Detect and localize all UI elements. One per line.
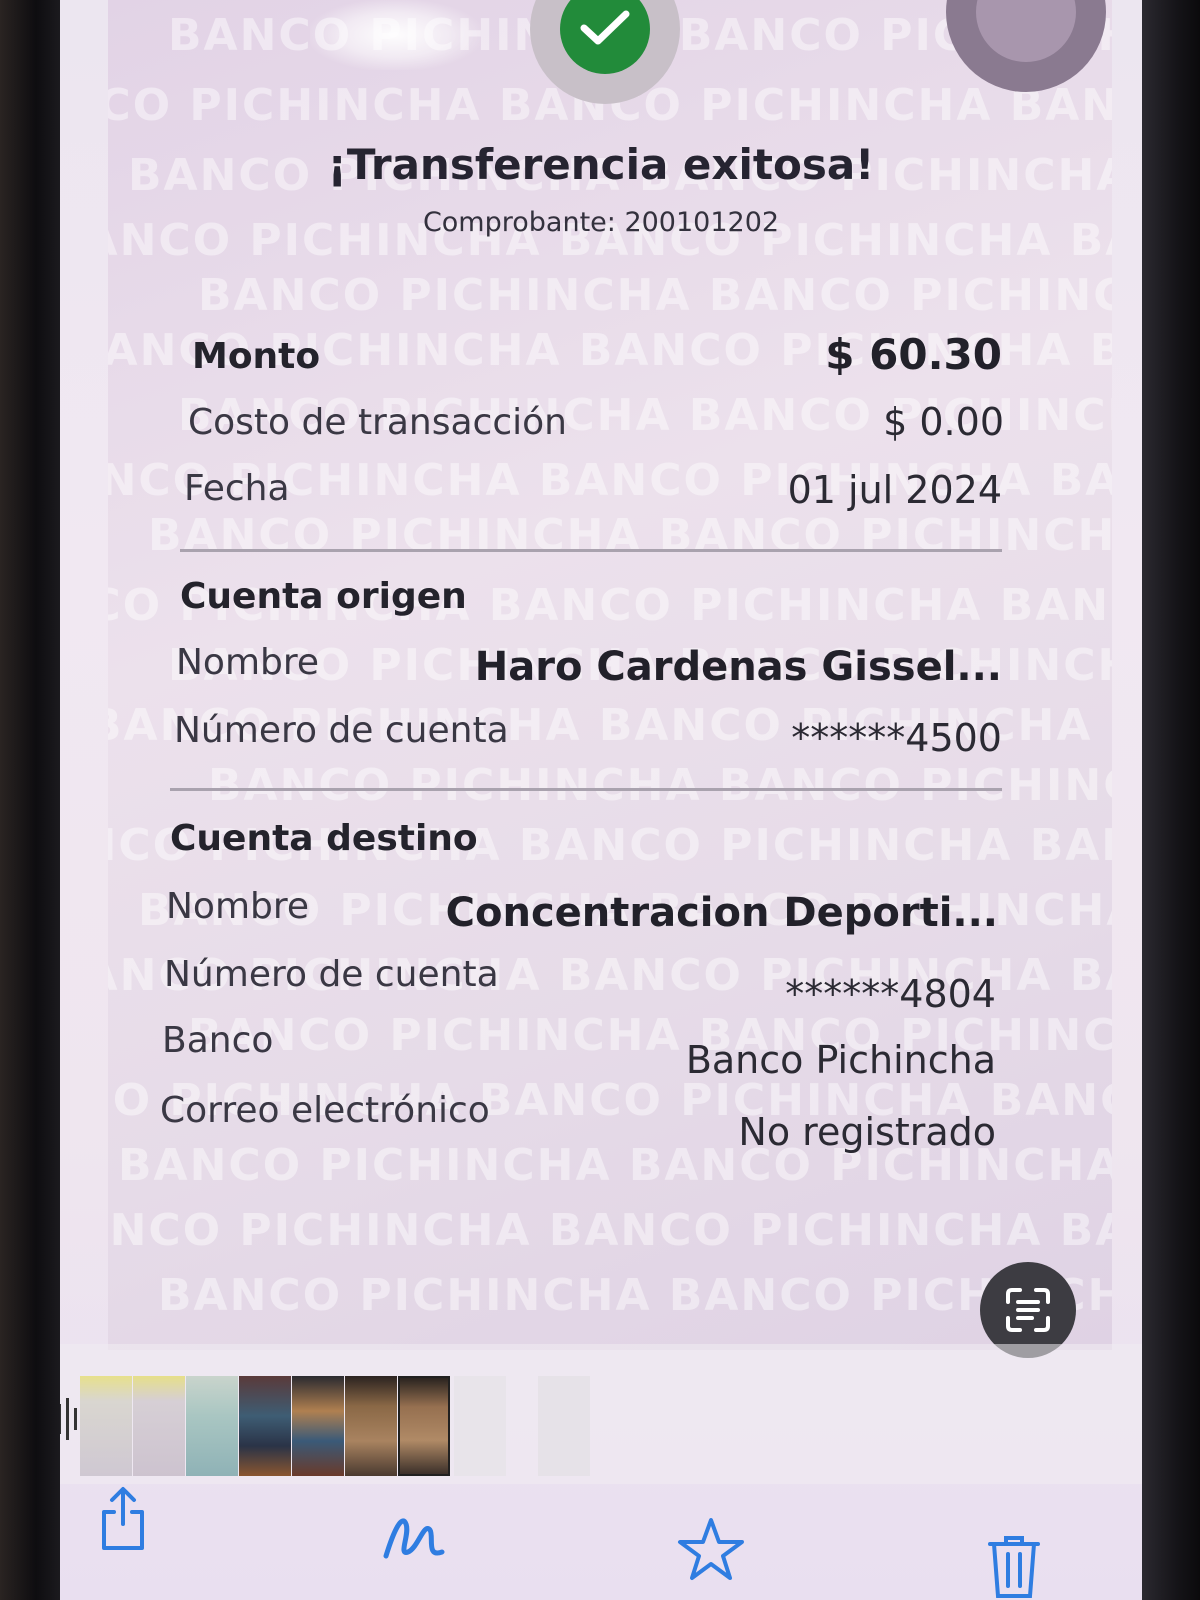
bank-label: Banco bbox=[162, 1020, 274, 1061]
photo-thumbnail[interactable] bbox=[292, 1376, 344, 1476]
page-title: ¡Transferencia exitosa! bbox=[327, 140, 875, 189]
trash-icon[interactable] bbox=[984, 1530, 1044, 1600]
photo-thumbnail[interactable] bbox=[345, 1376, 397, 1476]
destination-account-value: ******4804 bbox=[785, 972, 996, 1016]
destination-name-label: Nombre bbox=[166, 886, 310, 927]
date-value: 01 jul 2024 bbox=[787, 468, 1002, 512]
origin-section-title: Cuenta origen bbox=[180, 576, 467, 617]
photo-thumbnail[interactable] bbox=[186, 1376, 238, 1476]
voucher-number: Comprobante: 200101202 bbox=[422, 207, 780, 238]
success-badge bbox=[530, 0, 680, 104]
watermark-line: BANCO PICHINCHA BANCO PICHINCHA BANCO PI… bbox=[208, 760, 1112, 811]
photo-viewer-screen: BANCO PICHINCHA BANCO PICHINCHA BANCO PI… bbox=[60, 0, 1142, 1600]
amount-value: $ 60.30 bbox=[825, 330, 1002, 379]
date-label: Fecha bbox=[184, 468, 290, 509]
origin-name-value: Haro Cardenas Gissel... bbox=[474, 644, 1002, 690]
amount-label: Monto bbox=[192, 336, 321, 377]
device-frame-left bbox=[0, 0, 60, 1600]
origin-account-label: Número de cuenta bbox=[174, 710, 509, 751]
origin-name-label: Nombre bbox=[176, 642, 320, 683]
fee-value: $ 0.00 bbox=[883, 400, 1004, 444]
email-label: Correo electrónico bbox=[160, 1090, 490, 1131]
device-frame-right bbox=[1142, 0, 1200, 1600]
watermark-line: BANCO PICHINCHA BANCO PICHINCHA BANCO PI… bbox=[148, 510, 1112, 561]
bottom-toolbar bbox=[60, 1484, 1142, 1600]
divider bbox=[180, 549, 1002, 552]
photo-thumbnail[interactable] bbox=[80, 1376, 132, 1476]
photo-thumbnail[interactable] bbox=[398, 1376, 450, 1476]
divider bbox=[170, 788, 1002, 791]
share-icon[interactable] bbox=[96, 1484, 150, 1554]
watermark-line: BANCO PICHINCHA BANCO PICHINCHA BANCO PI… bbox=[108, 1205, 1112, 1256]
check-icon bbox=[580, 10, 630, 45]
markup-icon[interactable] bbox=[380, 1500, 450, 1570]
origin-account-value: ******4500 bbox=[791, 716, 1002, 760]
photo-thumbnail[interactable] bbox=[133, 1376, 185, 1476]
email-value: No registrado bbox=[738, 1110, 996, 1154]
watermark-line: BANCO PICHINCHA BANCO PICHINCHA BANCO PI… bbox=[158, 1270, 1112, 1321]
bank-value: Banco Pichincha bbox=[685, 1038, 996, 1082]
destination-section-title: Cuenta destino bbox=[170, 818, 478, 859]
watermark-line: BANCO PICHINCHA BANCO PICHINCHA BANCO PI… bbox=[198, 270, 1112, 321]
destination-name-value: Concentracion Deporti... bbox=[445, 890, 998, 936]
photo-thumbnail[interactable] bbox=[538, 1376, 590, 1476]
destination-account-label: Número de cuenta bbox=[164, 954, 499, 995]
photo-thumbnail[interactable] bbox=[454, 1376, 506, 1476]
photo-thumbnail[interactable] bbox=[239, 1376, 291, 1476]
light-glare bbox=[310, 0, 480, 70]
fee-label: Costo de transacción bbox=[188, 402, 567, 443]
star-icon[interactable] bbox=[676, 1514, 746, 1584]
